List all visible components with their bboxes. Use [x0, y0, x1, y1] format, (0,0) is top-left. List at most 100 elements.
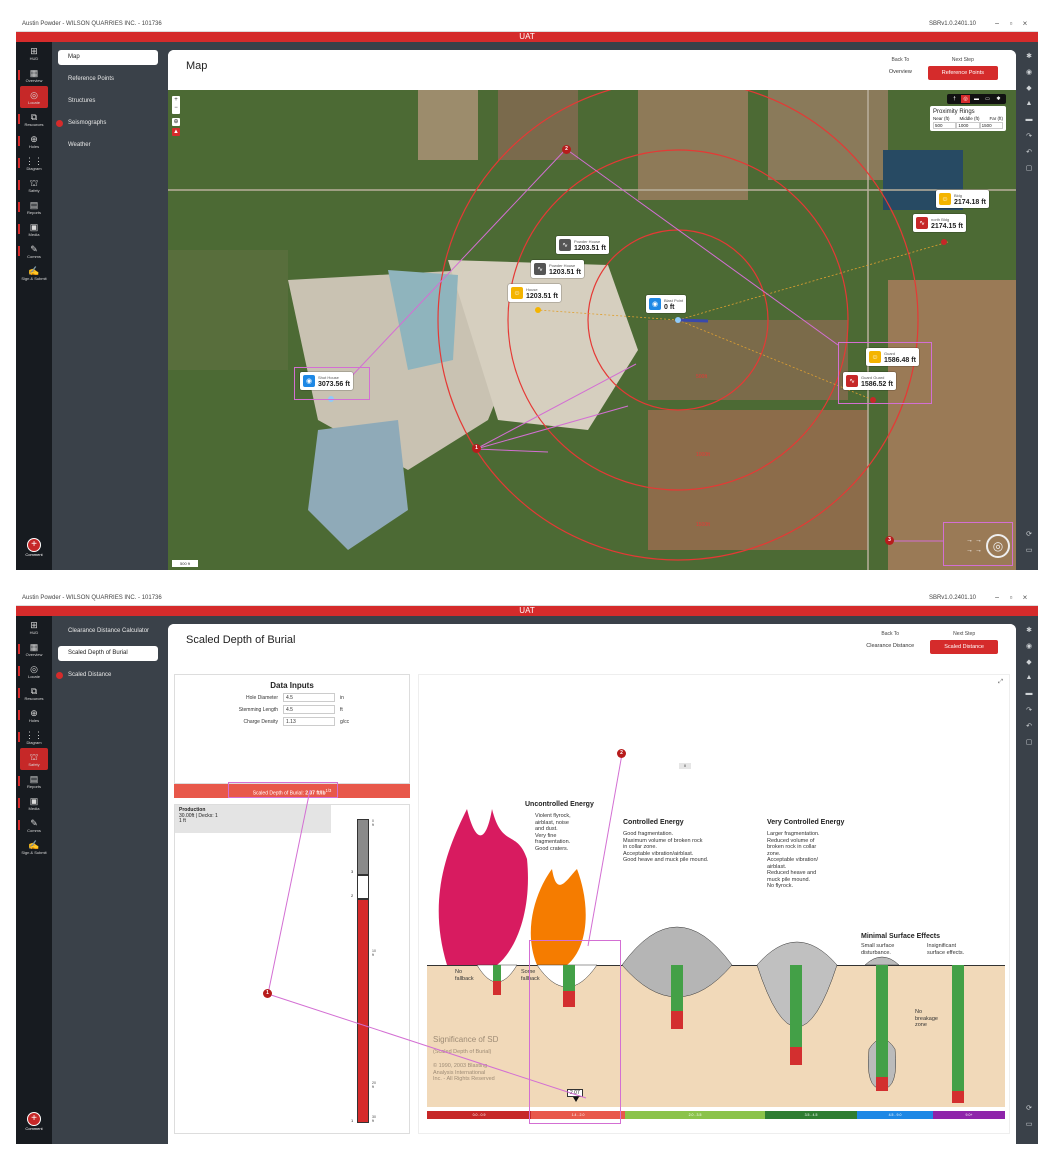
rail-item-media[interactable]: ▣ Media: [16, 218, 52, 240]
maximize-icon[interactable]: ▫: [1004, 593, 1018, 602]
production-deck[interactable]: Production 30.00ft | Decks: 1 1 ft: [175, 805, 331, 833]
settings-icon[interactable]: ✱: [994, 95, 1003, 103]
warning-icon[interactable]: ▲: [1026, 100, 1033, 116]
rail-item-overview[interactable]: ▦ Overview: [16, 64, 52, 86]
back-to-label: Back To: [881, 631, 900, 637]
rings-icon[interactable]: ◎: [961, 95, 970, 103]
marker-north-bldg[interactable]: ∿ north Bldg 2174.15 ft: [913, 214, 966, 232]
rail-item-hud[interactable]: ⊞ HUD: [16, 616, 52, 638]
minimize-icon[interactable]: −: [990, 19, 1004, 28]
rail-item-comms[interactable]: ✎ Comms: [16, 240, 52, 262]
rail-item-locate[interactable]: ◎ Locate: [16, 660, 52, 682]
helmet-icon: ⛫: [29, 751, 39, 762]
rail-item-diagram[interactable]: ⋮⋮ Diagram: [16, 152, 52, 174]
middle-input[interactable]: 1000: [956, 122, 980, 129]
rail-item-safety[interactable]: ⛫ Safety: [20, 748, 48, 770]
document-icon[interactable]: ▢: [1026, 738, 1033, 754]
eye-icon[interactable]: ◉: [1026, 642, 1032, 658]
marker-house[interactable]: ☺ House 1203.51 ft: [508, 284, 561, 302]
next-step-button[interactable]: Reference Points: [927, 66, 998, 80]
highlight-box: [228, 782, 338, 798]
marker-bldg[interactable]: ☺ Bldg 2174.18 ft: [936, 190, 989, 208]
redo-icon[interactable]: ↷: [1026, 706, 1032, 722]
undo-icon[interactable]: ↶: [1026, 722, 1032, 738]
far-input[interactable]: 1500: [979, 122, 1003, 129]
rail-item-sign[interactable]: ✍ Sign & Submit: [16, 836, 52, 858]
zoom-in-button[interactable]: +: [172, 96, 180, 104]
warning-icon[interactable]: ▲: [1026, 674, 1033, 690]
plus-icon: +: [27, 538, 41, 552]
print-icon[interactable]: ▬: [1026, 116, 1033, 132]
subnav-reference-points[interactable]: Reference Points: [58, 72, 158, 87]
comment-button[interactable]: + Comment: [20, 538, 48, 562]
eye-icon[interactable]: ◉: [1026, 68, 1032, 84]
next-step-button[interactable]: Scaled Distance: [930, 640, 998, 654]
pin-icon[interactable]: †: [950, 95, 959, 103]
satellite-map[interactable]: 500ft 1000ft 1500ft + − ⊕ ▲ † ◎ ▬ ▭ ✱ Pr…: [168, 90, 1016, 570]
rail-item-safety[interactable]: ⛫ Safety: [16, 174, 52, 196]
compass-control[interactable]: → → → → ◎: [946, 526, 1010, 566]
subnav-scaled-distance[interactable]: Scaled Distance: [56, 668, 158, 683]
rail-item-sign[interactable]: ✍ Sign & Submit: [16, 262, 52, 284]
sdob-scale: 0.0 - 0.9 1.4 - 2.0 2.0 - 3.5 3.5 - 4.5 …: [427, 1111, 1005, 1119]
subnav-weather[interactable]: Weather: [58, 138, 158, 153]
rail-item-comms[interactable]: ✎ Comms: [16, 814, 52, 836]
locate-button[interactable]: ⊕: [172, 118, 180, 126]
settings-icon[interactable]: ✱: [1026, 626, 1032, 642]
zoom-out-button[interactable]: −: [172, 104, 180, 112]
marker-powder-house-2[interactable]: ∿ Powder House 1203.51 ft: [531, 260, 584, 278]
signature-icon: ✍: [28, 265, 40, 276]
subnav-clearance-distance-calculator[interactable]: Clearance Distance Calculator: [58, 624, 158, 639]
ruler-icon[interactable]: ▬: [972, 95, 981, 103]
back-button[interactable]: Clearance Distance: [858, 640, 922, 652]
hud-icon: ⊞: [30, 619, 38, 630]
subnav-scaled-depth-of-burial[interactable]: Scaled Depth of Burial: [58, 646, 158, 661]
marker-blast-point[interactable]: ◉ Blast Point 0 ft: [646, 295, 687, 313]
minimize-icon[interactable]: −: [990, 593, 1004, 602]
refresh-icon[interactable]: ⟳: [1026, 1104, 1032, 1120]
rail-item-hud[interactable]: ⊞ HUD: [16, 42, 52, 64]
highlight-box: [838, 342, 932, 404]
stemming-length-input[interactable]: 4.5: [283, 705, 335, 714]
subnav-seismographs[interactable]: Seismographs: [56, 116, 158, 131]
expand-icon[interactable]: ⤢: [998, 679, 1003, 686]
rail-item-overview[interactable]: ▦ Overview: [16, 638, 52, 660]
print-icon[interactable]: ▬: [1026, 690, 1033, 706]
marker-powder-house[interactable]: ∿ Powder House 1203.51 ft: [556, 236, 609, 254]
settings-icon[interactable]: ✱: [1026, 52, 1032, 68]
back-button[interactable]: Overview: [881, 66, 920, 78]
rail-item-holes[interactable]: ⊕ Holes: [16, 704, 52, 726]
redo-icon[interactable]: ↷: [1026, 132, 1032, 148]
north-icon[interactable]: ▲: [172, 128, 180, 136]
close-icon[interactable]: ×: [1018, 19, 1032, 28]
close-icon[interactable]: ×: [1018, 593, 1032, 602]
undo-icon[interactable]: ↶: [1026, 148, 1032, 164]
near-input[interactable]: 500: [933, 122, 957, 129]
comment-button[interactable]: + Comment: [20, 1112, 48, 1136]
rail-item-media[interactable]: ▣ Media: [16, 792, 52, 814]
maximize-icon[interactable]: ▫: [1004, 19, 1018, 28]
subnav-structures[interactable]: Structures: [58, 94, 158, 109]
layers-icon[interactable]: ◆: [1026, 84, 1031, 100]
highlight-box: [529, 940, 621, 1124]
scale-segment: 0.0 - 0.9: [427, 1111, 531, 1119]
layers-icon[interactable]: ◆: [1026, 658, 1031, 674]
rail-item-diagram[interactable]: ⋮⋮ Diagram: [16, 726, 52, 748]
chat-icon[interactable]: ▭: [1026, 1120, 1033, 1136]
map-toolbar: † ◎ ▬ ▭ ✱: [947, 94, 1006, 104]
rail-item-locate[interactable]: ◎ Locate: [20, 86, 48, 108]
seismograph-icon[interactable]: ▭: [983, 95, 992, 103]
charge-density-input[interactable]: 1.13: [283, 717, 335, 726]
rail-item-reports[interactable]: ▤ Reports: [16, 770, 52, 792]
rail-item-resources[interactable]: ⧉ Resources: [16, 108, 52, 130]
hole-diameter-input[interactable]: 4.5: [283, 693, 335, 702]
charge-segment: [357, 899, 369, 1123]
document-icon[interactable]: ▢: [1026, 164, 1033, 180]
collapse-icon[interactable]: ‖: [679, 763, 691, 769]
subnav-map[interactable]: Map: [58, 50, 158, 65]
rail-item-reports[interactable]: ▤ Reports: [16, 196, 52, 218]
rail-item-resources[interactable]: ⧉ Resources: [16, 682, 52, 704]
refresh-icon[interactable]: ⟳: [1026, 530, 1032, 546]
chat-icon[interactable]: ▭: [1026, 546, 1033, 562]
rail-item-holes[interactable]: ⊕ Holes: [16, 130, 52, 152]
